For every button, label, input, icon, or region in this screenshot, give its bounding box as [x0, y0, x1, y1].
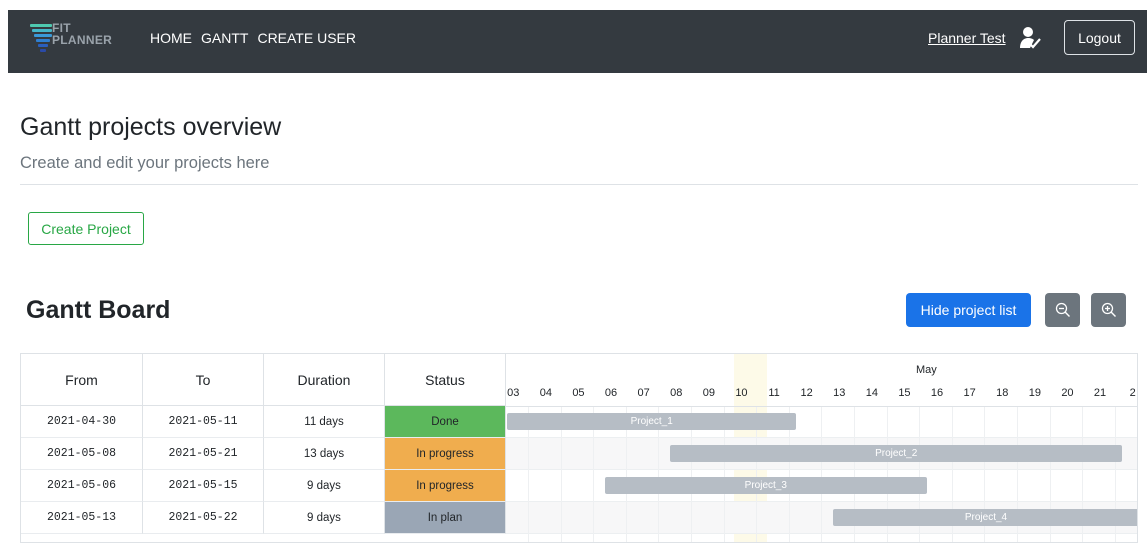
timeline-day-label: 03: [507, 387, 520, 399]
timeline-day-label: 09: [702, 387, 715, 399]
timeline-day-label: 20: [1061, 387, 1074, 399]
nav-link-create-user[interactable]: CREATE USER: [257, 29, 356, 47]
logo-bar: [30, 24, 52, 27]
timeline-day-label: 19: [1028, 387, 1041, 399]
timeline-day-label: 04: [539, 387, 552, 399]
logo-bar: [34, 34, 52, 37]
timeline-day-label: 13: [833, 387, 846, 399]
cell-to[interactable]: 2021-05-21: [143, 438, 264, 470]
nav-link-gantt[interactable]: GANTT: [201, 29, 248, 47]
gantt-grid: From To Duration Status 2021-04-30 2021-0…: [20, 353, 1138, 543]
task-bar[interactable]: Project_1: [507, 413, 797, 430]
zoom-in-button[interactable]: [1091, 293, 1126, 327]
cell-to[interactable]: 2021-05-22: [143, 502, 264, 534]
logo-bar: [40, 49, 46, 52]
cell-status[interactable]: Done: [385, 406, 506, 438]
cell-from[interactable]: 2021-05-13: [21, 502, 143, 534]
timeline-day-label: 18: [996, 387, 1009, 399]
timeline-month-label: May: [916, 364, 937, 376]
hide-project-list-button[interactable]: Hide project list: [906, 293, 1031, 327]
cell-status[interactable]: In progress: [385, 470, 506, 502]
cell-duration[interactable]: 9 days: [264, 470, 385, 502]
nav-link-home[interactable]: HOME: [150, 29, 192, 47]
column-header-from[interactable]: From: [21, 354, 143, 406]
logo-bar: [36, 39, 50, 42]
timeline-day-label: 21: [1093, 387, 1107, 399]
column-header-to[interactable]: To: [143, 354, 264, 406]
task-bar[interactable]: Project_3: [604, 477, 927, 494]
user-check-icon[interactable]: [1019, 26, 1041, 50]
nav-links: HOME GANTT CREATE USER: [150, 29, 356, 47]
timeline-day-label: 06: [604, 387, 618, 399]
gantt-timeline: May 03 04 05 06 07 08 09 10 11 12 13 14 15 16 17 18 19 20…: [506, 354, 1137, 542]
create-project-button[interactable]: Create Project: [28, 212, 144, 245]
cell-to[interactable]: 2021-05-15: [143, 470, 264, 502]
task-bar[interactable]: Project_2: [670, 445, 1123, 462]
timeline-gridline: [821, 406, 823, 542]
timeline-day-label: 10: [735, 387, 748, 399]
logo-text-line2: PLANNER: [52, 33, 113, 47]
cell-status[interactable]: In plan: [385, 502, 506, 534]
timeline-day-label: 15: [898, 387, 911, 399]
timeline-day-label: 12: [800, 387, 813, 399]
timeline-day-label: 11: [768, 387, 780, 399]
logo[interactable]: FIT PLANNER: [28, 22, 128, 60]
cell-duration[interactable]: 13 days: [264, 438, 385, 470]
cell-from[interactable]: 2021-05-08: [21, 438, 143, 470]
column-header-duration[interactable]: Duration: [264, 354, 385, 406]
user-name-link[interactable]: Planner Test: [928, 29, 1006, 47]
timeline-day-label: 16: [930, 387, 944, 399]
cell-from[interactable]: 2021-04-30: [21, 406, 143, 438]
column-header-status[interactable]: Status: [385, 354, 506, 406]
timeline-day-label: 14: [865, 387, 878, 399]
navbar: FIT PLANNER HOME GANTT CREATE USER Plann…: [8, 10, 1147, 73]
timeline-header-border: [506, 406, 1137, 407]
divider: [20, 184, 1138, 185]
timeline-day-label: 07: [637, 387, 650, 399]
task-bar[interactable]: Project_4: [833, 509, 1137, 526]
gantt-board-title: Gantt Board: [26, 296, 171, 324]
logout-button[interactable]: Logout: [1064, 20, 1135, 55]
logo-bar: [38, 44, 48, 47]
cell-to[interactable]: 2021-05-11: [143, 406, 264, 438]
cell-duration[interactable]: 11 days: [264, 406, 385, 438]
timeline-day-label: 08: [670, 387, 683, 399]
page-subtitle: Create and edit your projects here: [20, 154, 270, 172]
cell-status[interactable]: In progress: [385, 438, 506, 470]
cell-from[interactable]: 2021-05-06: [21, 470, 143, 502]
zoom-out-icon: [1055, 302, 1070, 317]
timeline-day-label: 05: [572, 387, 585, 399]
timeline-day-label: 2: [1129, 387, 1136, 399]
timeline-day-label: 17: [963, 387, 976, 399]
page-title: Gantt projects overview: [20, 113, 282, 141]
logo-bar: [32, 29, 52, 32]
zoom-out-button[interactable]: [1045, 293, 1080, 327]
cell-duration[interactable]: 9 days: [264, 502, 385, 534]
zoom-in-icon: [1101, 302, 1116, 317]
